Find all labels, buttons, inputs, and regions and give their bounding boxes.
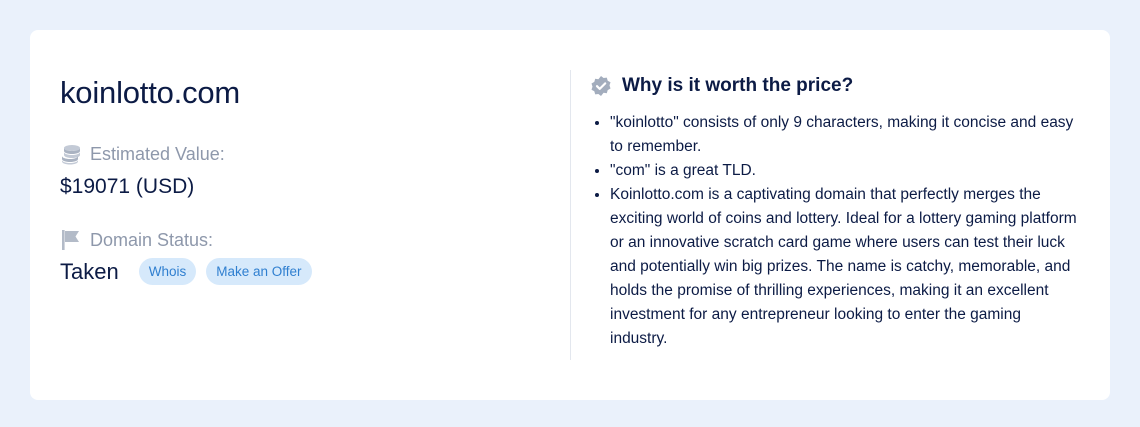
make-offer-button[interactable]: Make an Offer xyxy=(206,258,312,285)
domain-card: koinlotto.com Estimated Value: $19071 (U… xyxy=(30,30,1110,400)
worth-section: Why is it worth the price? "koinlotto" c… xyxy=(590,30,1090,400)
estimated-value: $19071 (USD) xyxy=(60,175,195,198)
reason-item: Koinlotto.com is a captivating domain th… xyxy=(610,183,1080,351)
estimated-value-label-row: Estimated Value: xyxy=(60,143,225,165)
worth-heading-row: Why is it worth the price? xyxy=(590,75,853,97)
reason-item: "koinlotto" consists of only 9 character… xyxy=(610,111,1080,159)
domain-status-value: Taken xyxy=(60,258,119,284)
estimated-value-label: Estimated Value: xyxy=(90,143,225,164)
domain-summary: koinlotto.com Estimated Value: $19071 (U… xyxy=(60,30,560,400)
coins-icon xyxy=(60,143,82,165)
flag-icon xyxy=(60,229,82,251)
whois-button[interactable]: Whois xyxy=(138,258,197,285)
domain-name: koinlotto.com xyxy=(60,75,241,110)
domain-status-label-row: Domain Status: xyxy=(60,229,213,251)
verified-badge-icon xyxy=(590,75,612,97)
worth-heading: Why is it worth the price? xyxy=(622,75,854,96)
reason-item: "com" is a great TLD. xyxy=(610,159,1080,183)
domain-status-row: Taken Whois Make an Offer xyxy=(60,258,322,285)
reasons-list: "koinlotto" consists of only 9 character… xyxy=(590,111,1080,351)
domain-status-label: Domain Status: xyxy=(90,229,214,250)
column-divider xyxy=(570,70,571,360)
